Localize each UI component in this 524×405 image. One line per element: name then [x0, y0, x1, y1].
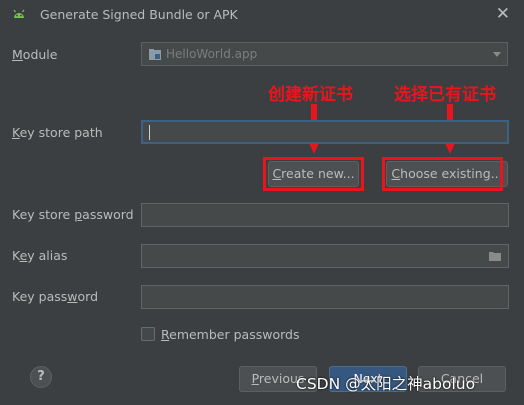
close-icon[interactable]: ✕ [496, 4, 510, 24]
remember-passwords-label[interactable]: Remember passwords [161, 327, 299, 342]
annotation-choose-existing: 选择已有证书 [394, 85, 496, 105]
module-value: HelloWorld.app [166, 47, 258, 61]
key-password-input[interactable] [141, 285, 509, 309]
key-password-label: Key password [12, 289, 99, 304]
annotation-create-new: 创建新证书 [268, 85, 353, 105]
help-button[interactable]: ? [30, 366, 52, 388]
module-label: Module [12, 47, 58, 62]
annotation-box-choose-existing [382, 157, 503, 191]
keystore-password-label: Key store password [12, 207, 134, 222]
module-folder-icon [149, 49, 161, 60]
folder-icon[interactable] [489, 251, 502, 261]
keystore-path-label: Key store path [12, 125, 103, 140]
watermark: CSDN @太阳之神aboluo [296, 375, 476, 393]
key-alias-label: Key alias [12, 248, 68, 263]
dialog-title: Generate Signed Bundle or APK [40, 7, 238, 22]
annotation-box-create-new [263, 157, 364, 191]
remember-passwords-checkbox[interactable] [141, 327, 155, 341]
title-bar: Generate Signed Bundle or APK ✕ [0, 0, 524, 30]
key-alias-input[interactable] [141, 244, 509, 268]
keystore-path-input[interactable] [141, 120, 509, 144]
keystore-password-input[interactable] [141, 203, 509, 227]
text-caret [149, 125, 150, 140]
android-icon [13, 9, 25, 18]
module-dropdown[interactable]: HelloWorld.app [141, 42, 508, 66]
chevron-down-icon[interactable] [493, 52, 501, 57]
